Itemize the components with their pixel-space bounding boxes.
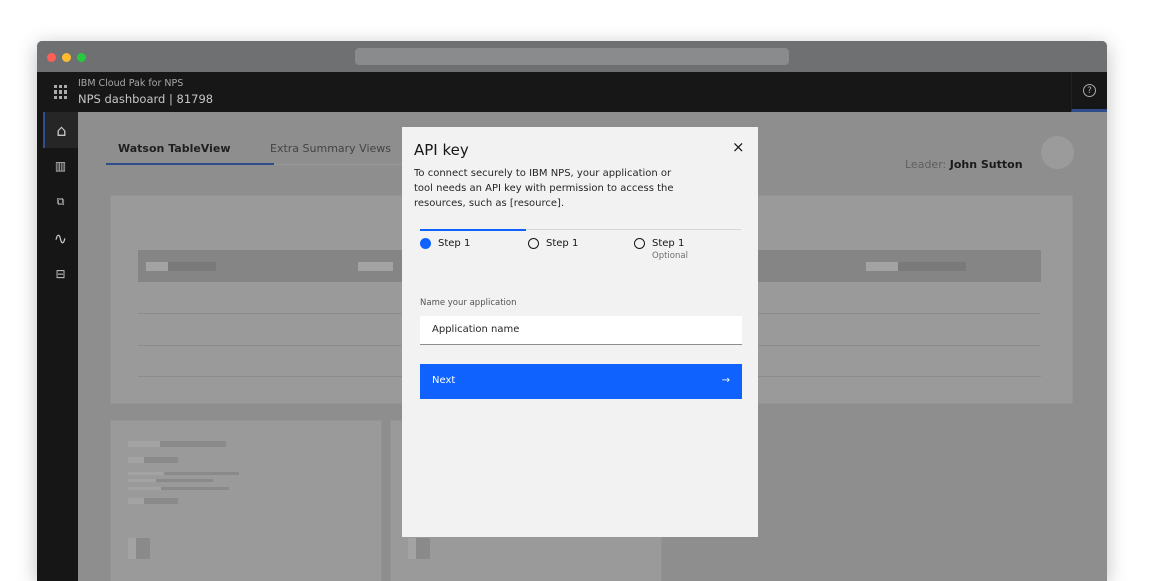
help-icon: ? <box>1083 84 1096 97</box>
title-bar <box>37 41 1107 72</box>
activity-icon[interactable]: ∿ <box>43 220 78 256</box>
close-window-button[interactable] <box>47 53 56 62</box>
step-label: Step 1 <box>652 238 685 249</box>
step-incomplete-icon <box>528 238 539 249</box>
avatar[interactable] <box>1041 136 1074 169</box>
home-icon[interactable]: ⌂ <box>43 112 78 148</box>
product-name: IBM Cloud Pak for NPS <box>78 78 184 89</box>
toolbox-icon[interactable]: ⊟ <box>43 256 78 292</box>
leader-info: Leader: John Sutton <box>905 158 1023 171</box>
modal-title: API key <box>414 141 469 159</box>
summary-card <box>110 420 382 581</box>
step-label: Step 1 <box>546 238 579 249</box>
address-bar[interactable] <box>355 48 789 65</box>
arrow-right-icon: → <box>721 375 730 386</box>
minimize-window-button[interactable] <box>62 53 71 62</box>
tab-underline <box>106 163 274 165</box>
application-name-input[interactable]: Application name <box>420 316 742 345</box>
columns-icon[interactable]: ▥ <box>43 148 78 184</box>
tab-extra-summary-views[interactable]: Extra Summary Views <box>270 142 391 155</box>
next-button[interactable]: Next → <box>420 364 742 399</box>
close-icon[interactable]: × <box>732 138 745 156</box>
leader-name: John Sutton <box>949 158 1023 171</box>
step-optional-label: Optional <box>652 251 688 261</box>
step-incomplete-icon <box>634 238 645 249</box>
app-switcher-icon[interactable] <box>54 85 68 99</box>
tab-watson-tableview[interactable]: Watson TableView <box>118 142 231 155</box>
sidebar: ⌂ ▥ ⧉ ∿ ⊟ <box>37 112 78 581</box>
progress-indicator <box>420 229 526 231</box>
app-header: IBM Cloud Pak for NPS NPS dashboard | 81… <box>37 72 1107 112</box>
modal-description: To connect securely to IBM NPS, your app… <box>414 168 674 209</box>
diagram-icon[interactable]: ⧉ <box>43 184 78 220</box>
field-label: Name your application <box>420 298 517 308</box>
dashboard-title: NPS dashboard | 81798 <box>78 92 214 106</box>
step-label: Step 1 <box>438 238 471 249</box>
step-current-icon <box>420 238 431 249</box>
step-1[interactable]: Step 1 <box>420 238 470 249</box>
next-label: Next <box>432 375 456 386</box>
step-3[interactable]: Step 1 <box>634 238 684 249</box>
help-button[interactable]: ? <box>1071 72 1107 112</box>
leader-label: Leader: <box>905 158 947 171</box>
api-key-modal: API key × To connect securely to IBM NPS… <box>402 127 758 537</box>
step-2[interactable]: Step 1 <box>528 238 578 249</box>
maximize-window-button[interactable] <box>77 53 86 62</box>
